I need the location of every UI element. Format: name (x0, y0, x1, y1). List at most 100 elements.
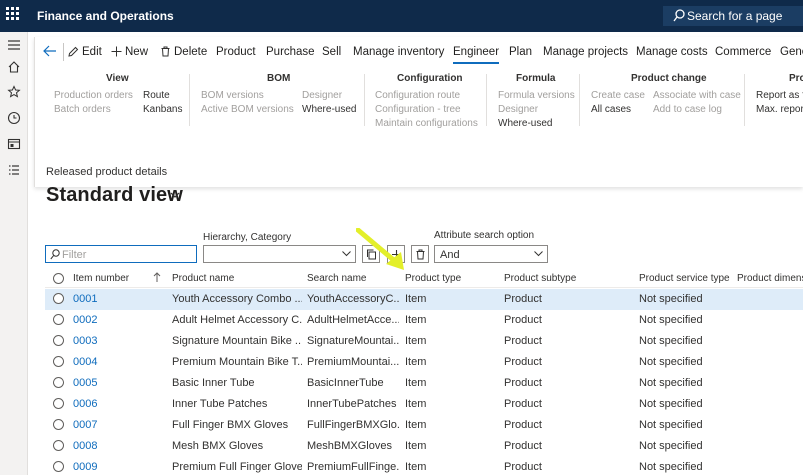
tab-manage-costs[interactable]: Manage costs (636, 46, 708, 58)
edit-button[interactable]: Edit (68, 46, 102, 58)
modules-list-icon[interactable] (7, 163, 21, 177)
formula-where-used-button[interactable]: Where-used (498, 118, 552, 129)
cell-product-service-type: Not specified (639, 398, 703, 410)
column-product-service-type[interactable]: Product service type (639, 273, 730, 284)
chevron-down-icon[interactable] (170, 192, 180, 199)
table-row[interactable]: 0002 Adult Helmet Accessory C... AdultHelm… (45, 310, 803, 331)
cell-item-number[interactable]: 0003 (73, 335, 163, 347)
column-product-name[interactable]: Product name (172, 273, 234, 284)
row-select-radio[interactable] (53, 440, 64, 451)
workspace-icon[interactable] (7, 137, 21, 151)
group-divider (486, 74, 487, 126)
column-search-name[interactable]: Search name (307, 273, 366, 284)
tab-product[interactable]: Product (216, 46, 256, 58)
table-row[interactable]: 0003 Signature Mountain Bike ... Signature… (45, 331, 803, 352)
cell-item-number[interactable]: 0006 (73, 398, 163, 410)
annotation-arrow (356, 228, 404, 270)
report-as-finished-button[interactable]: Report as fi (756, 90, 803, 101)
filter-placeholder: Filter (62, 249, 87, 261)
bom-versions-button[interactable]: BOM versions (201, 90, 264, 101)
cell-item-number[interactable]: 0009 (73, 461, 163, 473)
hierarchy-category-combo[interactable] (203, 245, 356, 263)
table-row[interactable]: 0009 Premium Full Finger Gloves PremiumFul… (45, 457, 803, 475)
column-product-dimension[interactable]: Product dimens (737, 273, 803, 284)
tab-plan[interactable]: Plan (509, 46, 532, 58)
tab-sell[interactable]: Sell (322, 46, 341, 58)
page-title[interactable]: Standard view (46, 184, 183, 207)
row-select-radio[interactable] (53, 398, 64, 409)
row-select-radio[interactable] (53, 377, 64, 388)
tab-commerce[interactable]: Commerce (715, 46, 771, 58)
cell-product-name: Youth Accessory Combo ... (172, 293, 302, 305)
row-select-radio[interactable] (53, 335, 64, 346)
configuration-route-button[interactable]: Configuration route (375, 90, 460, 101)
max-report-button[interactable]: Max. report (756, 104, 803, 115)
group-title-view: View (106, 73, 129, 84)
bom-designer-button[interactable]: Designer (302, 90, 342, 101)
hamburger-icon[interactable] (7, 38, 21, 52)
select-all-radio[interactable] (53, 273, 64, 284)
maintain-configurations-button[interactable]: Maintain configurations (375, 118, 478, 129)
cell-product-name: Inner Tube Patches (172, 398, 268, 410)
row-select-radio[interactable] (53, 314, 64, 325)
cell-item-number[interactable]: 0007 (73, 419, 163, 431)
cell-item-number[interactable]: 0008 (73, 440, 163, 452)
cell-item-number[interactable]: 0002 (73, 314, 163, 326)
row-select-radio[interactable] (53, 356, 64, 367)
search-page-button[interactable]: Search for a page (663, 6, 803, 26)
cell-item-number[interactable]: 0001 (73, 293, 163, 305)
back-arrow-icon[interactable] (43, 45, 57, 57)
create-case-button[interactable]: Create case (591, 90, 645, 101)
home-icon[interactable] (7, 60, 21, 74)
column-product-type[interactable]: Product type (405, 273, 461, 284)
sort-ascending-icon[interactable] (153, 272, 161, 283)
route-button[interactable]: Route (143, 90, 170, 101)
cell-item-number[interactable]: 0005 (73, 377, 163, 389)
all-cases-button[interactable]: All cases (591, 104, 631, 115)
delete-button[interactable]: Delete (160, 46, 207, 58)
batch-orders-button[interactable]: Batch orders (54, 104, 111, 115)
clock-icon[interactable] (7, 111, 21, 125)
column-product-subtype[interactable]: Product subtype (504, 273, 576, 284)
new-button[interactable]: New (111, 46, 148, 58)
table-row[interactable]: 0004 Premium Mountain Bike T... PremiumMou… (45, 352, 803, 373)
tab-general[interactable]: Gene (780, 46, 803, 58)
cell-product-type: Item (405, 377, 427, 389)
table-row[interactable]: 0001 Youth Accessory Combo ... YouthAccess… (45, 289, 803, 310)
star-icon[interactable] (7, 85, 21, 99)
formula-designer-button[interactable]: Designer (498, 104, 538, 115)
tab-engineer[interactable]: Engineer (453, 46, 500, 64)
row-select-radio[interactable] (53, 461, 64, 472)
configuration-tree-button[interactable]: Configuration - tree (375, 104, 461, 115)
table-row[interactable]: 0007 Full Finger BMX Gloves FullFingerBMXG… (45, 415, 803, 436)
app-launcher-icon[interactable] (6, 7, 24, 25)
table-row[interactable]: 0006 Inner Tube Patches InnerTubePatches It… (45, 394, 803, 415)
tab-manage-inventory[interactable]: Manage inventory (353, 46, 444, 58)
column-item-number[interactable]: Item number (73, 273, 129, 284)
associate-with-case-button[interactable]: Associate with case (653, 90, 741, 101)
bom-where-used-button[interactable]: Where-used (302, 104, 356, 115)
cell-product-subtype: Product (504, 314, 542, 326)
table-row[interactable]: 0005 Basic Inner Tube BasicInnerTube Item Pr… (45, 373, 803, 394)
new-label: New (125, 46, 149, 58)
add-to-case-log-button[interactable]: Add to case log (653, 104, 722, 115)
search-label: Search for a page (687, 9, 783, 23)
active-bom-versions-button[interactable]: Active BOM versions (201, 104, 294, 115)
attribute-search-option-label: Attribute search option (434, 230, 535, 241)
attribute-search-option-combo[interactable]: And (434, 245, 548, 263)
row-select-radio[interactable] (53, 293, 64, 304)
filter-input[interactable]: Filter (45, 245, 197, 263)
formula-versions-button[interactable]: Formula versions (498, 90, 575, 101)
tab-purchase[interactable]: Purchase (266, 46, 315, 58)
group-divider (744, 74, 745, 126)
tab-manage-projects[interactable]: Manage projects (543, 46, 628, 58)
kanbans-button[interactable]: Kanbans (143, 104, 182, 115)
row-select-radio[interactable] (53, 419, 64, 430)
cell-product-type: Item (405, 293, 427, 305)
production-orders-button[interactable]: Production orders (54, 90, 133, 101)
group-title-formula: Formula (516, 73, 556, 84)
table-row[interactable]: 0008 Mesh BMX Gloves MeshBMXGloves Item Prod… (45, 436, 803, 457)
trash-icon (416, 249, 425, 260)
cell-search-name: MeshBMXGloves (307, 440, 392, 452)
cell-item-number[interactable]: 0004 (73, 356, 163, 368)
